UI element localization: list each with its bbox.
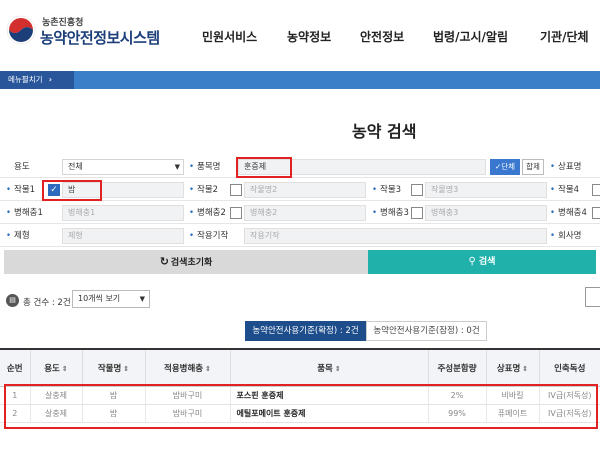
nav-pesticide-info[interactable]: 농약정보 (287, 28, 331, 45)
menu-expand-label: 메뉴펼치기 (8, 75, 43, 84)
search-row-pest: • 병해충1 병해충1 • 병해충2 병해충2 • 병해충3 병해충3 • 병해충4 (0, 202, 600, 224)
col-toxicity: 인축독성 (538, 348, 600, 387)
main-nav: 민원서비스 농약정보 안전정보 법령/고시/알림 기관/단체 (0, 28, 600, 48)
page-size-select[interactable]: 10개씩 보기 ▼ (72, 290, 150, 308)
crop3-checkbox[interactable] (411, 184, 423, 196)
cell-use: 살충제 (29, 386, 82, 405)
search-row-crop: • 작물1 ✓ 밤 • 작물2 작물명2 • 작물3 작물명3 • 작물4 (0, 179, 600, 201)
use-select[interactable]: 전체 ▼ (62, 159, 184, 175)
pest2-input[interactable]: 병해충2 (244, 205, 366, 221)
page-size-value: 10개씩 보기 (78, 294, 121, 303)
cell-pest: 밤바구미 (144, 404, 230, 423)
refresh-icon: ↻ (159, 255, 169, 268)
search-button[interactable]: ⚲ 검색 (368, 250, 596, 274)
col-seq: 순번 (0, 348, 30, 387)
side-panel-toggle[interactable] (585, 287, 600, 307)
cell-toxicity: IV급(저독성) (538, 404, 600, 423)
table-row[interactable]: 1 살충제 밤 밤바구미 포스핀 훈증제 2% 비바킬 IV급(저독성) (0, 386, 600, 405)
nav-laws-notices[interactable]: 법령/고시/알림 (433, 28, 508, 45)
nav-civil-service[interactable]: 민원서비스 (202, 28, 257, 45)
single-agent-button[interactable]: ✓단체 (490, 159, 520, 175)
menu-bar: 메뉴펼치기 › (0, 71, 600, 89)
nav-organizations[interactable]: 기관/단체 (540, 28, 589, 45)
reset-search-label: 검색초기화 (170, 258, 213, 268)
cell-pest: 밤바구미 (144, 386, 230, 405)
pest2-label: • 병해충2 (189, 208, 226, 218)
pest3-checkbox[interactable] (411, 207, 423, 219)
cell-product[interactable]: 에틸포메이트 훈증제 (229, 404, 428, 423)
sort-icon: ⇕ (123, 364, 130, 373)
table-row[interactable]: 2 살충제 밤 밤바구미 에틸포메이트 훈증제 99% 퓨메이트 IV급(저독성… (0, 404, 600, 423)
pest3-label: • 병해충3 (372, 208, 409, 218)
reset-search-button[interactable]: ↻ 검색초기화 (4, 250, 368, 274)
pest1-label: • 병해충1 (6, 208, 43, 218)
company-label: • 회사명 (550, 231, 582, 241)
col-content: 주성분함량 (427, 348, 486, 387)
cell-content: 2% (427, 386, 486, 405)
cell-toxicity: IV급(저독성) (538, 386, 600, 405)
cell-seq: 2 (0, 404, 30, 423)
crop1-label: • 작물1 (6, 185, 36, 195)
list-count-icon: ▤ (6, 294, 19, 307)
sort-icon: ⇕ (205, 364, 211, 373)
caret-down-icon: ▼ (174, 163, 180, 171)
crop2-checkbox[interactable] (230, 184, 242, 196)
sort-icon: ⇕ (334, 364, 341, 373)
result-count: 총 건수 : 2건 (23, 298, 71, 308)
crop2-label: • 작물2 (189, 185, 219, 195)
combined-agent-button[interactable]: 합제 (522, 159, 544, 175)
page-title: 농약 검색 (352, 122, 417, 141)
cell-content: 99% (427, 404, 486, 423)
caret-down-icon: ▼ (139, 295, 145, 303)
menu-expand-button[interactable]: 메뉴펼치기 › (0, 71, 74, 89)
sort-icon: ⇕ (61, 364, 68, 373)
tab-provisional-standard[interactable]: 농약안전사용기준(잠정) : 0건 (366, 321, 487, 341)
crop4-label: • 작물4 (550, 185, 580, 195)
pest2-checkbox[interactable] (230, 207, 242, 219)
col-pest[interactable]: 적용병해충 ⇕ (144, 348, 230, 387)
cell-use: 살충제 (29, 404, 82, 423)
form-input[interactable]: 제형 (62, 228, 184, 244)
check-icon: ✓ (50, 185, 58, 195)
crop1-checkbox[interactable]: ✓ (48, 184, 60, 196)
pest4-label: • 병해충4 (550, 208, 587, 218)
pest3-input[interactable]: 병해충3 (425, 205, 547, 221)
product-label: • 품목명 (189, 162, 221, 172)
results-table: 순번 용도 ⇕ 작물명 ⇕ 적용병해충 ⇕ 품목 ⇕ 주성분함량 상표명 ⇕ 인축독성 1… (0, 348, 600, 423)
search-row-use: 용도 전체 ▼ • 품목명 훈증제 ✓단체 합제 • 상표명 (0, 156, 600, 178)
cell-brand: 퓨메이트 (485, 404, 539, 423)
product-input[interactable]: 훈증제 (238, 159, 486, 175)
use-label: 용도 (14, 162, 30, 172)
crop1-input[interactable]: 밤 (62, 182, 184, 198)
crop3-input[interactable]: 작물명3 (425, 182, 547, 198)
col-brand[interactable]: 상표명 ⇕ (485, 348, 539, 387)
mechanism-input[interactable]: 작용기작 (244, 228, 547, 244)
crop3-label: • 작물3 (372, 185, 402, 195)
col-product[interactable]: 품목 ⇕ (229, 348, 428, 387)
site-header: 농촌진흥청 농약안전정보시스템 민원서비스 농약정보 안전정보 법령/고시/알림… (0, 0, 600, 60)
cell-seq: 1 (0, 386, 30, 405)
col-crop[interactable]: 작물명 ⇕ (81, 348, 145, 387)
cell-crop: 밤 (81, 404, 145, 423)
search-row-form: • 제형 제형 • 작용기작 작용기작 • 회사명 (0, 225, 600, 247)
search-button-label: 검색 (478, 257, 496, 267)
pest4-checkbox[interactable] (592, 207, 600, 219)
mechanism-label: • 작용기작 (189, 231, 229, 241)
sort-icon: ⇕ (522, 364, 529, 373)
crop4-checkbox[interactable] (592, 184, 600, 196)
cell-product[interactable]: 포스핀 훈증제 (229, 386, 428, 405)
nav-safety-info[interactable]: 안전정보 (360, 28, 404, 45)
form-label: • 제형 (6, 231, 30, 241)
tab-confirmed-standard[interactable]: 농약안전사용기준(확정) : 2건 (245, 321, 366, 341)
crop2-input[interactable]: 작물명2 (244, 182, 366, 198)
cell-crop: 밤 (81, 386, 145, 405)
brand-label: • 상표명 (550, 162, 582, 172)
search-icon: ⚲ (468, 256, 476, 267)
cell-brand: 비바킬 (485, 386, 539, 405)
col-use[interactable]: 용도 ⇕ (29, 348, 82, 387)
use-select-value: 전체 (68, 162, 83, 171)
pest1-input[interactable]: 병해충1 (62, 205, 184, 221)
table-header-row: 순번 용도 ⇕ 작물명 ⇕ 적용병해충 ⇕ 품목 ⇕ 주성분함량 상표명 ⇕ 인축독성 (0, 348, 600, 387)
chevron-right-icon: › (48, 75, 52, 84)
